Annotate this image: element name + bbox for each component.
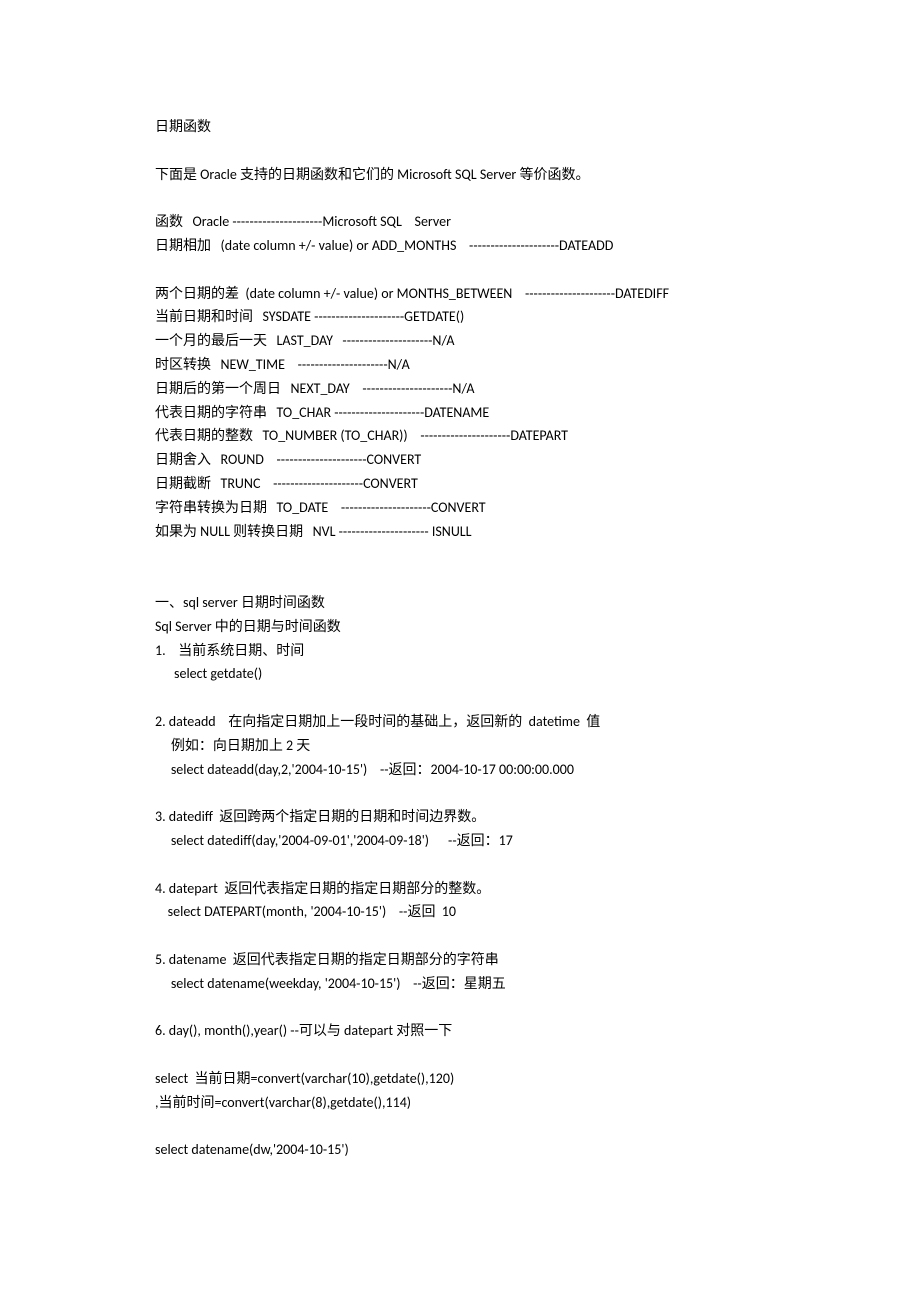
spacer bbox=[155, 1043, 765, 1067]
code-snippets: select 当前日期=convert(varchar(10),getdate(… bbox=[155, 1067, 765, 1162]
items-list: 1. 当前系统日期、时间 select getdate() 2. dateadd … bbox=[155, 639, 765, 1044]
function-row: 日期后的第一个周日 NEXT_DAY ---------------------… bbox=[155, 377, 765, 401]
function-row: 代表日期的整数 TO_NUMBER (TO_CHAR)) -----------… bbox=[155, 424, 765, 448]
function-row: 字符串转换为日期 TO_DATE ---------------------CO… bbox=[155, 496, 765, 520]
item-line: 4. datepart 返回代表指定日期的指定日期部分的整数。 bbox=[155, 877, 765, 901]
intro-text: 下面是 Oracle 支持的日期函数和它们的 Microsoft SQL Ser… bbox=[155, 163, 765, 187]
spacer bbox=[155, 686, 765, 710]
item-line: 2. dateadd 在向指定日期加上一段时间的基础上，返回新的 datetim… bbox=[155, 710, 765, 734]
function-row: 代表日期的字符串 TO_CHAR ---------------------DA… bbox=[155, 401, 765, 425]
item-line: select DATEPART(month, '2004-10-15') --返… bbox=[155, 900, 765, 924]
item-line: 例如：向日期加上 2 天 bbox=[155, 734, 765, 758]
function-row: 一个月的最后一天 LAST_DAY ---------------------N… bbox=[155, 329, 765, 353]
item-line: 3. datediff 返回跨两个指定日期的日期和时间边界数。 bbox=[155, 805, 765, 829]
function-row: 如果为 NULL 则转换日期 NVL ---------------------… bbox=[155, 520, 765, 544]
spacer bbox=[155, 924, 765, 948]
item-line: select datediff(day,'2004-09-01','2004-0… bbox=[155, 829, 765, 853]
section-subtitle: Sql Server 中的日期与时间函数 bbox=[155, 615, 765, 639]
spacer bbox=[155, 1114, 765, 1138]
spacer bbox=[155, 258, 765, 282]
spacer bbox=[155, 186, 765, 210]
item-line: 1. 当前系统日期、时间 bbox=[155, 639, 765, 663]
function-row: 日期截断 TRUNC ---------------------CONVERT bbox=[155, 472, 765, 496]
functions-header: 函数 Oracle ---------------------Microsoft… bbox=[155, 210, 765, 234]
item-line: 6. day(), month(),year() --可以与 datepart … bbox=[155, 1019, 765, 1043]
function-row: 日期相加 (date column +/- value) or ADD_MONT… bbox=[155, 234, 765, 258]
spacer bbox=[155, 853, 765, 877]
item-line: select getdate() bbox=[155, 662, 765, 686]
function-row: 时区转换 NEW_TIME ---------------------N/A bbox=[155, 353, 765, 377]
snippet-line: select 当前日期=convert(varchar(10),getdate(… bbox=[155, 1067, 765, 1091]
doc-title: 日期函数 bbox=[155, 115, 765, 139]
function-row: 当前日期和时间 SYSDATE ---------------------GET… bbox=[155, 305, 765, 329]
document-page: 日期函数 下面是 Oracle 支持的日期函数和它们的 Microsoft SQ… bbox=[0, 0, 920, 1302]
function-row: 日期舍入 ROUND ---------------------CONVERT bbox=[155, 448, 765, 472]
functions-list: 日期相加 (date column +/- value) or ADD_MONT… bbox=[155, 234, 765, 543]
spacer bbox=[155, 781, 765, 805]
spacer bbox=[155, 995, 765, 1019]
spacer bbox=[155, 567, 765, 591]
function-row: 两个日期的差 (date column +/- value) or MONTHS… bbox=[155, 282, 765, 306]
snippet-line: ,当前时间=convert(varchar(8),getdate(),114) bbox=[155, 1091, 765, 1115]
item-line: 5. datename 返回代表指定日期的指定日期部分的字符串 bbox=[155, 948, 765, 972]
item-line: select datename(weekday, '2004-10-15') -… bbox=[155, 972, 765, 996]
item-line: select dateadd(day,2,'2004-10-15') --返回：… bbox=[155, 758, 765, 782]
section-title: 一、sql server 日期时间函数 bbox=[155, 591, 765, 615]
spacer bbox=[155, 543, 765, 567]
spacer bbox=[155, 139, 765, 163]
snippet-line: select datename(dw,'2004-10-15') bbox=[155, 1138, 765, 1162]
